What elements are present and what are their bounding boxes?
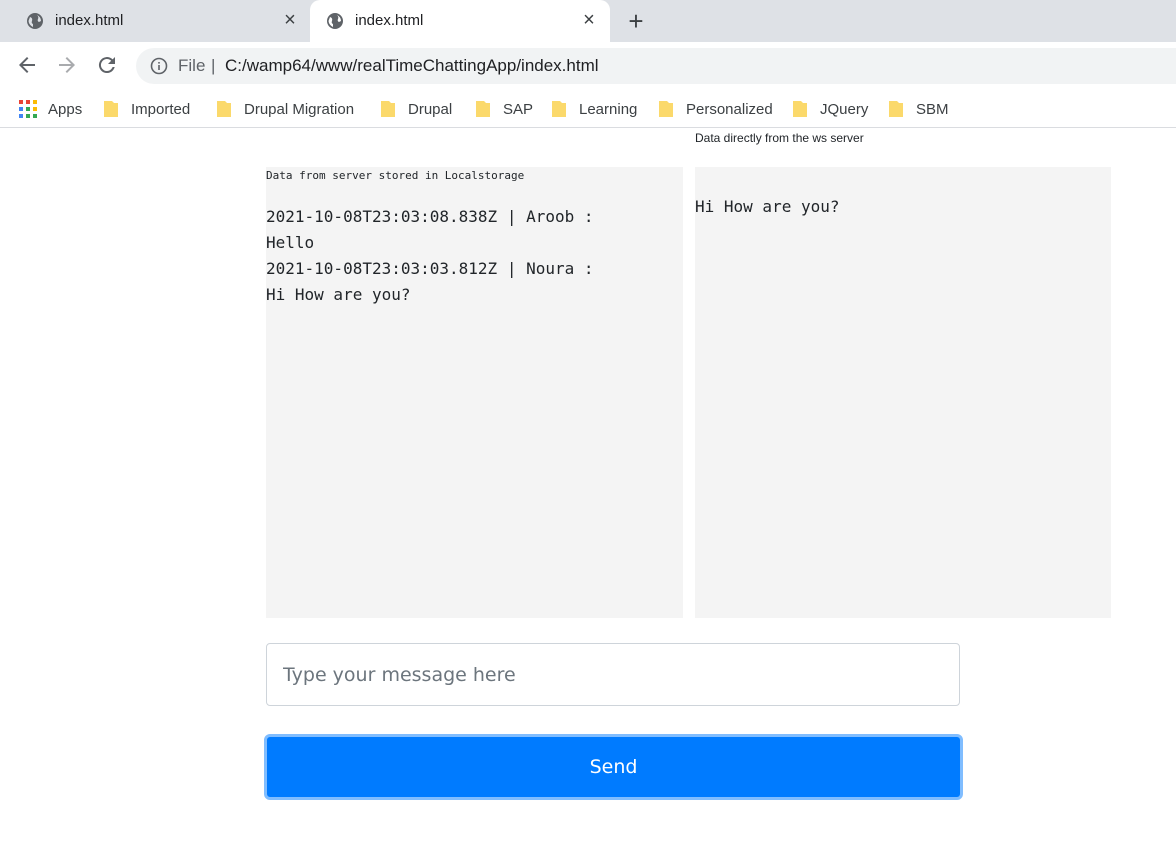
bookmark-folder[interactable]: JQuery [792, 97, 868, 121]
send-button[interactable]: Send [264, 734, 963, 800]
bookmark-label: JQuery [820, 100, 869, 118]
tab-inactive[interactable]: index.html × [10, 0, 310, 42]
url-scheme: File [178, 56, 206, 75]
bookmark-folder[interactable]: Personalized [658, 97, 773, 121]
bookmark-apps[interactable]: Apps [19, 97, 82, 121]
bookmarks-bar: Apps Imported Drupal Migration Drupal SA… [0, 90, 1176, 128]
message-line: Hi How are you? [266, 285, 411, 304]
tab-title: index.html [55, 12, 124, 29]
bookmark-folder[interactable]: SAP [475, 97, 533, 121]
localstorage-panel: Data from server stored in Localstorage … [266, 167, 683, 618]
folder-icon [381, 101, 395, 117]
bookmark-folder[interactable]: Drupal Migration [216, 97, 354, 121]
bookmark-folder[interactable]: Imported [103, 97, 190, 121]
message-line: Hello [266, 233, 315, 252]
new-tab-plus-icon[interactable]: + [624, 8, 648, 34]
folder-icon [476, 101, 490, 117]
forward-arrow-icon[interactable] [55, 53, 79, 77]
url-text[interactable]: C:/wamp64/www/realTimeChattingApp/index.… [225, 56, 599, 76]
message-line: Hi How are you? [695, 197, 840, 216]
bookmark-label: Apps [48, 100, 83, 118]
ws-panel: Hi How are you? [695, 167, 1111, 618]
bookmark-label: SBM [916, 100, 949, 118]
tab-active[interactable]: index.html × [310, 0, 610, 42]
folder-icon [217, 101, 231, 117]
bookmark-label: Learning [579, 100, 638, 118]
bookmark-label: Personalized [686, 100, 773, 118]
bookmark-label: Imported [131, 100, 191, 118]
apps-grid-icon [19, 100, 37, 118]
bookmark-label: Drupal Migration [244, 100, 355, 118]
tab-strip: index.html × index.html × + [0, 0, 1176, 42]
folder-icon [104, 101, 118, 117]
close-icon[interactable]: × [579, 10, 599, 30]
folder-icon [889, 101, 903, 117]
bookmark-folder[interactable]: SBM [888, 97, 949, 121]
url-separator: | [211, 56, 216, 75]
folder-icon [552, 101, 566, 117]
info-icon[interactable] [150, 57, 168, 75]
folder-icon [659, 101, 673, 117]
message-input[interactable] [266, 643, 960, 706]
message-line: 2021-10-08T23:03:03.812Z | Noura : [266, 259, 594, 278]
globe-icon [27, 13, 43, 29]
close-icon[interactable]: × [280, 10, 300, 30]
globe-icon [327, 13, 343, 29]
back-arrow-icon[interactable] [15, 53, 39, 77]
bookmark-label: Drupal [408, 100, 453, 118]
message-line: 2021-10-08T23:03:08.838Z | Aroob : [266, 207, 594, 226]
bookmark-folder[interactable]: Learning [551, 97, 637, 121]
reload-icon[interactable] [95, 53, 119, 77]
localstorage-panel-title: Data from server stored in Localstorage [266, 169, 525, 182]
tab-title: index.html [355, 12, 424, 29]
bookmark-label: SAP [503, 100, 534, 118]
bookmark-folder[interactable]: Drupal [380, 97, 452, 121]
folder-icon [793, 101, 807, 117]
ws-panel-label: Data directly from the ws server [695, 131, 864, 145]
browser-toolbar: File | C:/wamp64/www/realTimeChattingApp… [0, 42, 1176, 90]
address-bar[interactable]: File | C:/wamp64/www/realTimeChattingApp… [136, 48, 1176, 84]
